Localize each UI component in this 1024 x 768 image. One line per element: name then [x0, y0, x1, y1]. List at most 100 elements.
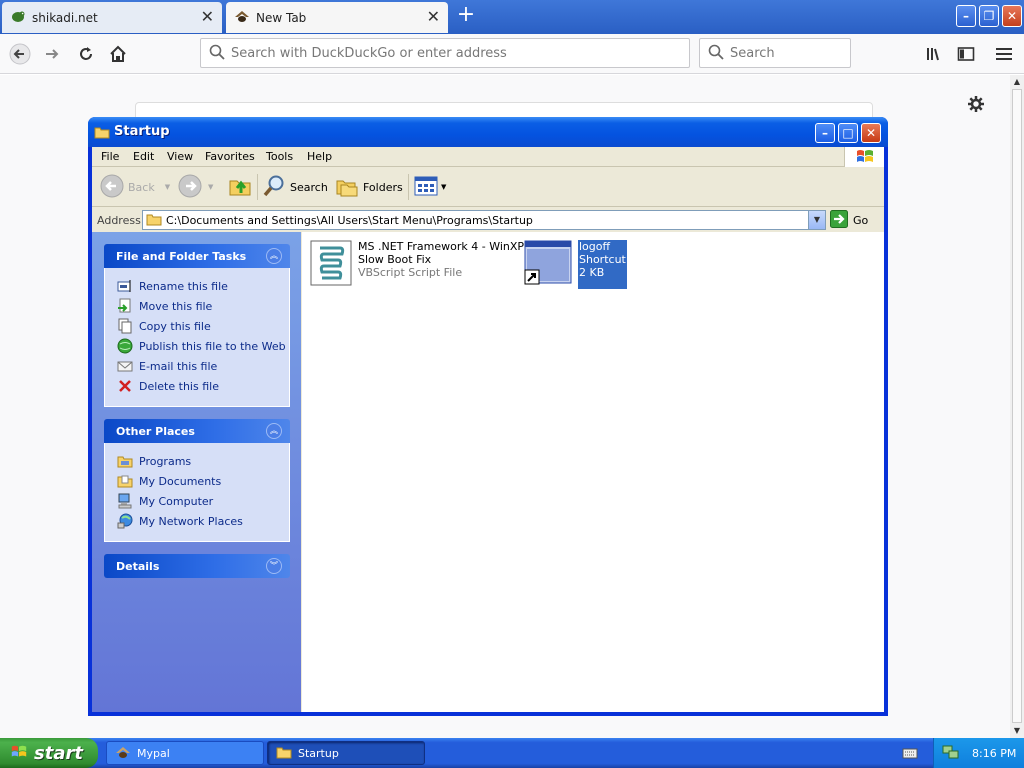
home-icon[interactable]	[104, 40, 132, 68]
go-arrow-icon	[830, 209, 848, 231]
globe-icon	[117, 338, 133, 354]
place-my-network[interactable]: My Network Places	[117, 511, 289, 531]
file-size: 2 KB	[579, 266, 605, 279]
place-my-computer[interactable]: My Computer	[117, 491, 289, 511]
task-move[interactable]: Move this file	[117, 296, 289, 316]
expand-chevron-icon[interactable]: ︾	[266, 558, 282, 574]
scroll-down-arrow-icon[interactable]: ▼	[1010, 724, 1024, 738]
site-favicon-icon	[10, 9, 26, 26]
restore-button[interactable]: ❐	[979, 5, 999, 27]
place-my-documents[interactable]: My Documents	[117, 471, 289, 491]
copy-icon	[117, 318, 133, 334]
panel-header[interactable]: Details ︾	[104, 554, 290, 578]
panel-body: Rename this file Move this file Copy thi…	[104, 268, 290, 407]
address-value: C:\Documents and Settings\All Users\Star…	[166, 213, 533, 227]
menu-favorites[interactable]: Favorites	[205, 150, 255, 163]
search-icon	[209, 44, 225, 63]
search-bar[interactable]: Search	[699, 38, 851, 68]
address-dropdown-icon[interactable]: ▼	[808, 211, 825, 229]
task-label: E-mail this file	[139, 359, 218, 373]
file-list: MS .NET Framework 4 - WinXP Slow Boot Fi…	[302, 232, 884, 712]
forward-arrow-icon[interactable]	[38, 40, 66, 68]
back-dropdown-icon[interactable]: ▼	[165, 183, 170, 191]
collapse-chevron-icon[interactable]: ︽	[266, 248, 282, 264]
close-tab-icon[interactable]: ✕	[427, 9, 440, 25]
panel-header[interactable]: Other Places ︽	[104, 419, 290, 443]
file-name-line2: Shortcut	[579, 253, 626, 266]
browser-nav-bar: Search with DuckDuckGo or enter address …	[0, 34, 1024, 74]
explorer-maximize-button[interactable]: □	[838, 123, 858, 143]
forward-button[interactable]: ▼	[178, 174, 213, 200]
task-rename[interactable]: Rename this file	[117, 276, 289, 296]
search-placeholder: Search	[730, 45, 775, 61]
go-button[interactable]: Go	[830, 209, 868, 231]
menu-help[interactable]: Help	[307, 150, 332, 163]
menu-edit[interactable]: Edit	[133, 150, 154, 163]
explorer-title-bar[interactable]: Startup – □ ✕	[88, 117, 888, 147]
taskbar-item-startup[interactable]: Startup	[267, 741, 425, 765]
explorer-toolbar: Back ▼ ▼ Search Folders ▼	[92, 168, 884, 207]
tab-title: New Tab	[256, 10, 307, 25]
other-places-panel: Other Places ︽ Programs My Documents My …	[104, 419, 290, 542]
task-pane: File and Folder Tasks ︽ Rename this file…	[92, 232, 301, 712]
search-button[interactable]: Search	[262, 174, 328, 200]
views-dropdown-icon[interactable]: ▼	[441, 183, 446, 191]
rename-icon	[117, 278, 133, 294]
tab-new-tab[interactable]: New Tab ✕	[226, 2, 448, 33]
details-panel: Details ︾	[104, 554, 290, 578]
up-folder-button[interactable]	[228, 174, 252, 200]
panel-header[interactable]: File and Folder Tasks ︽	[104, 244, 290, 268]
start-button[interactable]: start	[0, 738, 98, 768]
folder-icon	[276, 745, 292, 762]
explorer-close-button[interactable]: ✕	[861, 123, 881, 143]
menu-view[interactable]: View	[167, 150, 193, 163]
address-field[interactable]: C:\Documents and Settings\All Users\Star…	[142, 210, 826, 230]
task-email[interactable]: E-mail this file	[117, 356, 289, 376]
folders-button[interactable]: Folders	[335, 174, 403, 200]
place-label: My Computer	[139, 494, 214, 508]
collapse-chevron-icon[interactable]: ︽	[266, 423, 282, 439]
address-label: Address	[97, 214, 141, 227]
back-button[interactable]: Back ▼	[100, 174, 170, 200]
sidebar-toggle-icon[interactable]	[952, 40, 980, 68]
search-label: Search	[290, 180, 328, 194]
delete-x-icon	[117, 378, 133, 394]
file-item-dotnet-fix[interactable]: MS .NET Framework 4 - WinXP Slow Boot Fi…	[310, 240, 524, 289]
up-folder-icon	[228, 174, 252, 201]
keyboard-icon[interactable]	[902, 746, 918, 763]
views-button[interactable]: ▼	[414, 174, 446, 200]
close-tab-icon[interactable]: ✕	[201, 9, 214, 25]
forward-arrow-icon	[178, 174, 202, 201]
panel-title: Other Places	[116, 424, 195, 438]
file-name-line1: MS .NET Framework 4 - WinXP	[358, 240, 525, 253]
scroll-up-arrow-icon[interactable]: ▲	[1010, 75, 1024, 89]
shortcut-window-icon	[524, 240, 572, 289]
task-delete[interactable]: Delete this file	[117, 376, 289, 396]
folder-icon	[146, 212, 162, 229]
tab-title: shikadi.net	[32, 10, 98, 25]
menu-file[interactable]: File	[101, 150, 119, 163]
hamburger-menu-icon[interactable]	[990, 40, 1018, 68]
menu-tools[interactable]: Tools	[266, 150, 293, 163]
network-tray-icon[interactable]	[942, 744, 960, 763]
place-programs[interactable]: Programs	[117, 451, 289, 471]
tab-shikadi[interactable]: shikadi.net ✕	[2, 2, 222, 33]
forward-dropdown-icon[interactable]: ▼	[208, 183, 213, 191]
task-copy[interactable]: Copy this file	[117, 316, 289, 336]
back-arrow-icon[interactable]	[6, 40, 34, 68]
gear-icon[interactable]	[967, 95, 985, 116]
place-label: Programs	[139, 454, 192, 468]
vertical-scrollbar[interactable]: ▲ ▼	[1010, 75, 1024, 738]
explorer-minimize-button[interactable]: –	[815, 123, 835, 143]
explorer-window: Startup – □ ✕ File Edit View Favorites T…	[88, 117, 888, 716]
scrollbar-thumb[interactable]	[1012, 89, 1022, 723]
file-item-logoff[interactable]: logoff Shortcut 2 KB	[524, 240, 627, 289]
task-publish[interactable]: Publish this file to the Web	[117, 336, 289, 356]
taskbar-item-mypal[interactable]: Mypal	[106, 741, 264, 765]
minimize-button[interactable]: –	[956, 5, 976, 27]
new-tab-plus-icon[interactable]: +	[455, 4, 477, 28]
library-icon[interactable]	[920, 40, 948, 68]
close-button[interactable]: ✕	[1002, 5, 1022, 27]
reload-icon[interactable]	[72, 40, 100, 68]
url-bar[interactable]: Search with DuckDuckGo or enter address	[200, 38, 690, 68]
